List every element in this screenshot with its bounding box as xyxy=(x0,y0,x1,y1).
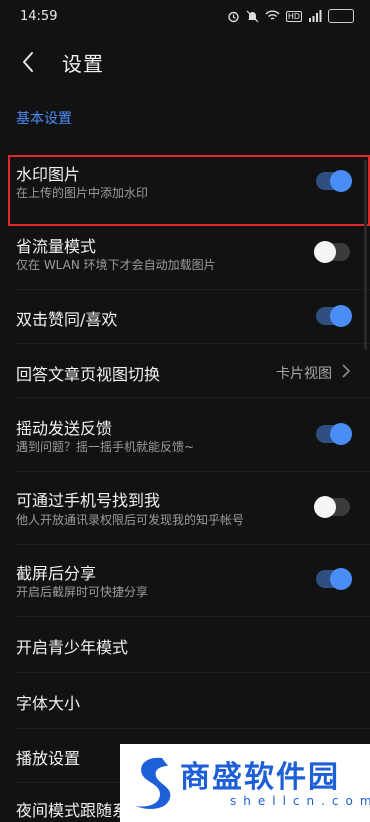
divider xyxy=(16,397,370,398)
setting-find-by-phone[interactable]: 可通过手机号找到我 他人开放通讯录权限后可发现我的知乎帐号 xyxy=(0,482,370,537)
setting-teen-mode[interactable]: 开启青少年模式 xyxy=(0,617,370,672)
watermark-text: 商盛软件园 xyxy=(180,760,340,795)
setting-title: 夜间模式跟随系 xyxy=(16,801,129,820)
battery-indicator: 60 xyxy=(328,9,354,23)
setting-view-switch[interactable]: 回答文章页视图切换 卡片视图 xyxy=(0,344,370,396)
setting-title: 可通过手机号找到我 xyxy=(16,491,161,510)
divider xyxy=(16,471,370,472)
watermark-url: shellcn.com xyxy=(230,794,370,808)
setting-title: 双击赞同/喜欢 xyxy=(16,310,118,329)
status-time: 14:59 xyxy=(20,8,58,24)
toggle-knob xyxy=(314,496,336,518)
setting-shake-feedback[interactable]: 摇动发送反馈 遇到问题？摇一摇手机就能反馈~ xyxy=(0,410,370,465)
divider xyxy=(16,544,370,545)
status-icons: HD 60 xyxy=(227,9,354,23)
shake-feedback-toggle[interactable] xyxy=(316,423,352,445)
back-arrow-icon[interactable] xyxy=(16,50,40,74)
setting-screenshot-share[interactable]: 截屏后分享 开启后截屏时可快捷分享 xyxy=(0,554,370,609)
alarm-icon xyxy=(228,11,239,22)
section-header-basic: 基本设置 xyxy=(16,111,72,127)
hd-icon: HD xyxy=(285,10,302,22)
setting-title: 回答文章页视图切换 xyxy=(16,365,161,384)
setting-title: 截屏后分享 xyxy=(16,564,97,583)
watermark-overlay: 商盛软件园 shellcn.com xyxy=(120,744,370,822)
chevron-right-icon xyxy=(342,364,351,378)
mute-icon xyxy=(246,10,259,22)
watermark-logo-icon xyxy=(136,757,171,809)
highlight-box xyxy=(8,155,370,226)
scrollbar[interactable] xyxy=(364,160,367,350)
find-by-phone-toggle[interactable] xyxy=(314,496,350,518)
setting-title: 摇动发送反馈 xyxy=(16,419,113,438)
setting-title: 字体大小 xyxy=(16,694,81,713)
setting-title: 开启青少年模式 xyxy=(16,638,129,657)
setting-subtitle: 遇到问题？摇一摇手机就能反馈~ xyxy=(16,440,195,454)
data-saver-toggle[interactable] xyxy=(314,241,350,263)
toggle-knob xyxy=(314,241,336,263)
setting-subtitle: 他人开放通讯录权限后可发现我的知乎帐号 xyxy=(16,513,245,527)
toggle-knob xyxy=(330,568,352,590)
setting-value: 卡片视图 xyxy=(276,366,332,382)
screenshot-share-toggle[interactable] xyxy=(316,568,352,590)
double-tap-toggle[interactable] xyxy=(316,305,352,327)
page-title: 设置 xyxy=(62,52,104,76)
setting-title: 播放设置 xyxy=(16,749,81,768)
toggle-knob xyxy=(330,305,352,327)
setting-double-tap-like[interactable]: 双击赞同/喜欢 xyxy=(0,290,370,342)
setting-font-size[interactable]: 字体大小 xyxy=(0,673,370,728)
setting-subtitle: 仅在 WLAN 环境下才会自动加载图片 xyxy=(16,258,216,272)
signal-icon xyxy=(309,10,322,22)
setting-data-saver[interactable]: 省流量模式 仅在 WLAN 环境下才会自动加载图片 xyxy=(0,233,370,288)
setting-subtitle: 开启后截屏时可快捷分享 xyxy=(16,585,149,599)
setting-title: 省流量模式 xyxy=(16,237,97,256)
top-bar: 设置 xyxy=(0,38,370,88)
wifi-icon xyxy=(265,10,280,20)
status-bar: 14:59 HD 60 xyxy=(0,0,370,32)
toggle-knob xyxy=(330,423,352,445)
